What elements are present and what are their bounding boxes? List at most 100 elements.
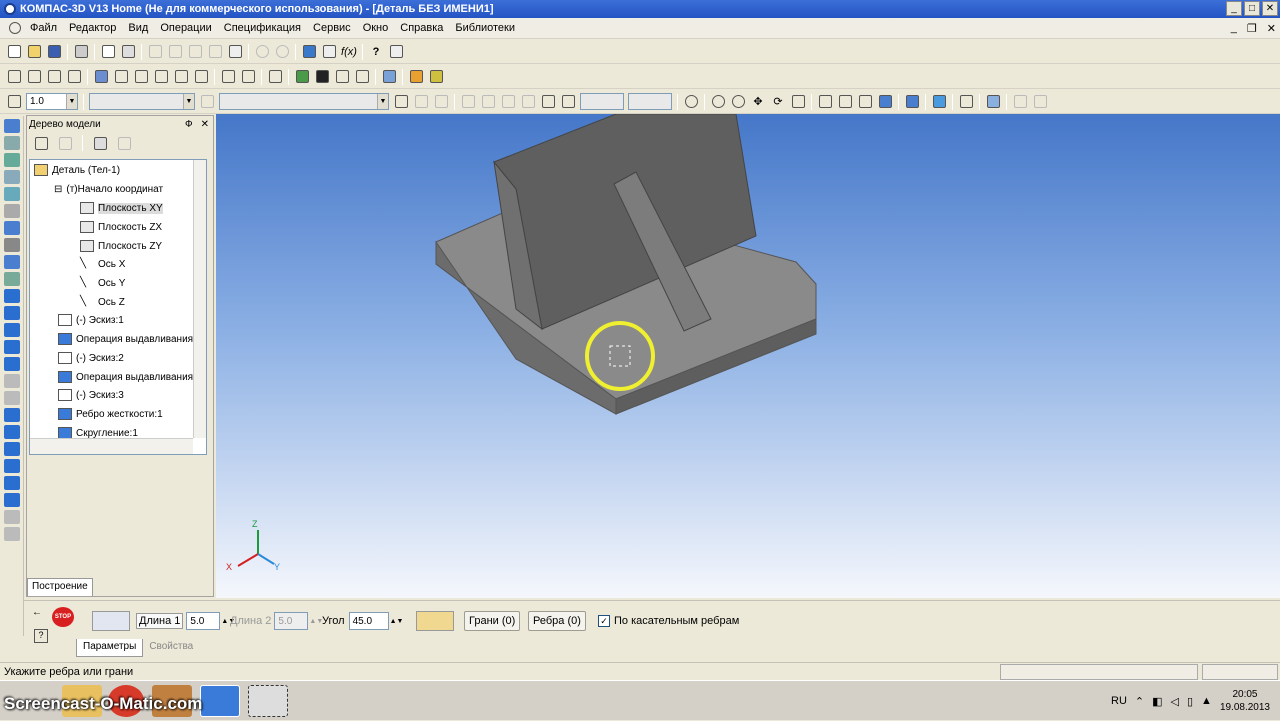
tool-j-icon[interactable] bbox=[1011, 93, 1029, 111]
tool-13-icon[interactable] bbox=[266, 68, 284, 86]
tool-1-icon[interactable] bbox=[5, 68, 23, 86]
coord-y-combo[interactable] bbox=[628, 93, 672, 110]
tree-node-rib-1[interactable]: Ребро жесткости:1 bbox=[58, 406, 163, 422]
snap-icon[interactable] bbox=[5, 93, 23, 111]
tree-node-extrude-2[interactable]: Операция выдавливания bbox=[58, 369, 193, 385]
rotate-icon[interactable]: ⟳ bbox=[769, 93, 787, 111]
compact-tool-6-icon[interactable] bbox=[4, 204, 20, 218]
battery-icon[interactable]: ▯ bbox=[1187, 695, 1193, 708]
compact-tool-8-icon[interactable] bbox=[4, 238, 20, 252]
tool-7-icon[interactable] bbox=[132, 68, 150, 86]
layer-icon[interactable] bbox=[198, 93, 216, 111]
zoom-in-icon[interactable] bbox=[709, 93, 727, 111]
update-icon[interactable]: ▲ bbox=[1201, 695, 1212, 707]
compact-tool-10-icon[interactable] bbox=[4, 272, 20, 286]
menu-editor[interactable]: Редактор bbox=[63, 22, 122, 34]
clock[interactable]: 20:05 19.08.2013 bbox=[1220, 688, 1270, 714]
tool-f-icon[interactable] bbox=[519, 93, 537, 111]
context-help-icon[interactable] bbox=[387, 43, 405, 61]
layer-combo[interactable]: ▼ bbox=[89, 93, 195, 110]
maximize-button[interactable]: □ bbox=[1244, 1, 1260, 16]
pan-icon[interactable]: ✥ bbox=[749, 93, 767, 111]
tool-6-icon[interactable] bbox=[112, 68, 130, 86]
tray-arrow-icon[interactable]: ⌃ bbox=[1135, 695, 1144, 708]
tree-node-axis-y[interactable]: ╲ Ось Y bbox=[80, 275, 125, 291]
faces-button[interactable]: Грани (0) bbox=[464, 611, 521, 631]
tool-15-icon[interactable] bbox=[313, 68, 331, 86]
compact-tool-1-icon[interactable] bbox=[4, 119, 20, 133]
thin-lines-icon[interactable] bbox=[856, 93, 874, 111]
doc-close-button[interactable]: ✕ bbox=[1267, 22, 1276, 35]
hidden-lines-icon[interactable] bbox=[836, 93, 854, 111]
tool-17-icon[interactable] bbox=[353, 68, 371, 86]
tangent-checkbox[interactable]: ✓ bbox=[598, 615, 610, 627]
compact-tool-7-icon[interactable] bbox=[4, 221, 20, 235]
compact-tool-2-icon[interactable] bbox=[4, 136, 20, 150]
tool-4-icon[interactable] bbox=[65, 68, 83, 86]
grid-icon[interactable] bbox=[459, 93, 477, 111]
undo-icon[interactable] bbox=[253, 43, 271, 61]
tool-c-icon[interactable] bbox=[432, 93, 450, 111]
manager-icon[interactable] bbox=[119, 43, 137, 61]
pin-icon[interactable]: Ф bbox=[185, 119, 193, 130]
open-icon[interactable] bbox=[25, 43, 43, 61]
tree-node-plane-zy[interactable]: Плоскость ZY bbox=[80, 238, 162, 254]
sketch-icon[interactable] bbox=[392, 93, 410, 111]
help-button[interactable]: ? bbox=[34, 629, 48, 643]
menu-specification[interactable]: Спецификация bbox=[218, 22, 307, 34]
new-icon[interactable] bbox=[5, 43, 23, 61]
shaded-icon[interactable] bbox=[876, 93, 894, 111]
coord-x-combo[interactable] bbox=[580, 93, 624, 110]
recorder-task-icon[interactable] bbox=[248, 685, 288, 717]
compact-tool-15-icon[interactable] bbox=[4, 357, 20, 371]
edge-mode-icon[interactable] bbox=[92, 611, 130, 631]
scale-combo[interactable]: 1.0 ▼ bbox=[26, 93, 78, 110]
compact-tool-5-icon[interactable] bbox=[4, 187, 20, 201]
angle-spin[interactable]: ▲▼ bbox=[390, 618, 404, 625]
compact-tool-14-icon[interactable] bbox=[4, 340, 20, 354]
orientation-icon[interactable] bbox=[789, 93, 807, 111]
close-button[interactable]: ✕ bbox=[1262, 1, 1278, 16]
tree-toggle-icon[interactable] bbox=[957, 93, 975, 111]
perspective-icon[interactable] bbox=[930, 93, 948, 111]
angle-input[interactable]: 45.0 bbox=[348, 612, 389, 630]
menu-file[interactable]: Файл bbox=[24, 22, 63, 34]
tool-k-icon[interactable] bbox=[1031, 93, 1049, 111]
tool-d-icon[interactable] bbox=[479, 93, 497, 111]
volume-icon[interactable]: ◁ bbox=[1171, 695, 1179, 708]
tool-16-icon[interactable] bbox=[333, 68, 351, 86]
tree-node-extrude-1[interactable]: Операция выдавливания bbox=[58, 331, 193, 347]
tree-node-detail[interactable]: Деталь (Тел-1) bbox=[34, 162, 120, 178]
kompas-task-icon[interactable] bbox=[200, 685, 240, 717]
menu-view[interactable]: Вид bbox=[122, 22, 154, 34]
compact-tool-16-icon[interactable] bbox=[4, 374, 20, 388]
tree-node-sketch-3[interactable]: (-) Эскиз:3 bbox=[58, 387, 124, 403]
menu-service[interactable]: Сервис bbox=[307, 22, 357, 34]
tree-mode-icon[interactable] bbox=[115, 134, 133, 152]
print-icon[interactable] bbox=[72, 43, 90, 61]
paste-icon[interactable] bbox=[186, 43, 204, 61]
compact-tool-11-icon[interactable] bbox=[4, 289, 20, 303]
style-combo[interactable]: ▼ bbox=[219, 93, 389, 110]
tree-node-plane-zx[interactable]: Плоскость ZX bbox=[80, 219, 162, 235]
tool-b-icon[interactable] bbox=[412, 93, 430, 111]
tool-h-icon[interactable] bbox=[559, 93, 577, 111]
menu-window[interactable]: Окно bbox=[357, 22, 395, 34]
compact-tool-3-icon[interactable] bbox=[4, 153, 20, 167]
tree-node-sketch-2[interactable]: (-) Эскиз:2 bbox=[58, 350, 124, 366]
wireframe-icon[interactable] bbox=[816, 93, 834, 111]
tab-properties[interactable]: Свойства bbox=[143, 639, 199, 657]
cut-icon[interactable] bbox=[146, 43, 164, 61]
tool-3-icon[interactable] bbox=[45, 68, 63, 86]
tool-18-icon[interactable] bbox=[380, 68, 398, 86]
expand-icon[interactable]: ⊟ bbox=[54, 184, 62, 195]
tool-g-icon[interactable] bbox=[539, 93, 557, 111]
tab-parameters[interactable]: Параметры bbox=[76, 639, 144, 657]
minimize-button[interactable]: _ bbox=[1226, 1, 1242, 16]
compact-tool-17-icon[interactable] bbox=[4, 391, 20, 405]
tree-horizontal-scrollbar[interactable] bbox=[30, 438, 193, 454]
menu-help[interactable]: Справка bbox=[394, 22, 449, 34]
compact-tool-21-icon[interactable] bbox=[4, 459, 20, 473]
model-viewport[interactable]: Z X Y bbox=[216, 113, 1280, 598]
compact-tool-20-icon[interactable] bbox=[4, 442, 20, 456]
